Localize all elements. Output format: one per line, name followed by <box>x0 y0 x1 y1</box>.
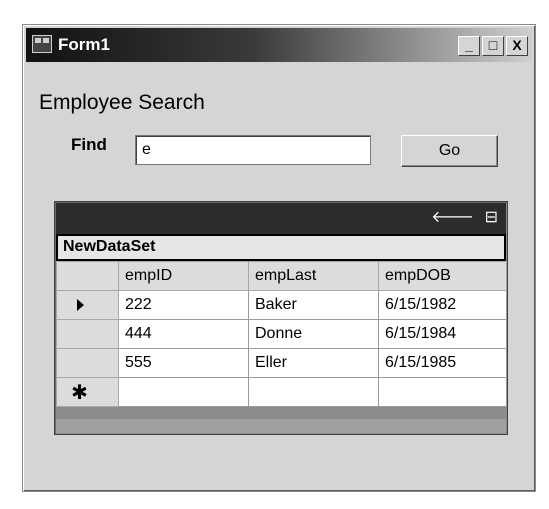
row-selector[interactable] <box>56 348 119 378</box>
table-name-header: NewDataSet <box>56 234 506 261</box>
form1-window: Form1 _ □ X Employee Search Find Go 🡐 ⊟ … <box>22 24 536 492</box>
table-row[interactable]: 444 Donne 6/15/1984 <box>56 319 507 349</box>
close-button[interactable]: X <box>506 36 528 56</box>
back-arrow-icon[interactable]: 🡐 <box>431 209 474 227</box>
cell-empid[interactable]: 222 <box>118 290 249 320</box>
find-input[interactable] <box>135 135 371 165</box>
column-header-emplast[interactable]: empLast <box>248 261 379 291</box>
cell-empdob[interactable]: 6/15/1984 <box>378 319 507 349</box>
data-table: empID empLast empDOB 222 Baker 6/15/1982… <box>56 261 507 407</box>
show-hide-details-icon[interactable]: ⊟ <box>485 209 498 227</box>
cell-emplast[interactable]: Eller <box>248 348 379 378</box>
page-title: Employee Search <box>39 91 205 114</box>
new-row-star-icon: ✱ <box>71 381 88 404</box>
go-button[interactable]: Go <box>401 135 498 167</box>
title-bar[interactable]: Form1 _ □ X <box>26 28 532 62</box>
row-selector[interactable] <box>56 319 119 349</box>
row-selector[interactable]: ✱ <box>56 377 119 407</box>
cell-empdob[interactable]: 6/15/1982 <box>378 290 507 320</box>
minimize-button[interactable]: _ <box>458 36 480 56</box>
cell-empid[interactable]: 555 <box>118 348 249 378</box>
new-row[interactable]: ✱ <box>56 377 507 407</box>
cell-emplast[interactable]: Baker <box>248 290 379 320</box>
cell-empid[interactable] <box>118 377 249 407</box>
row-selector[interactable] <box>56 290 119 320</box>
find-label: Find <box>71 135 107 154</box>
cell-emplast[interactable]: Donne <box>248 319 379 349</box>
column-header-empdob[interactable]: empDOB <box>378 261 507 291</box>
current-row-arrow-icon <box>77 298 84 311</box>
header-row: empID empLast empDOB <box>56 261 507 291</box>
table-row[interactable]: 222 Baker 6/15/1982 <box>56 290 507 320</box>
cell-emplast[interactable] <box>248 377 379 407</box>
grid-caption: 🡐 ⊟ <box>56 203 506 234</box>
form-icon <box>32 35 52 53</box>
cell-empid[interactable]: 444 <box>118 319 249 349</box>
column-header-empid[interactable]: empID <box>118 261 249 291</box>
row-header-corner <box>56 261 119 291</box>
cell-empdob[interactable]: 6/15/1985 <box>378 348 507 378</box>
grid-scrollbar[interactable] <box>56 419 506 433</box>
cell-empdob[interactable] <box>378 377 507 407</box>
table-row[interactable]: 555 Eller 6/15/1985 <box>56 348 507 378</box>
maximize-button[interactable]: □ <box>482 36 504 56</box>
window-title: Form1 <box>58 35 110 54</box>
data-grid[interactable]: 🡐 ⊟ NewDataSet empID empLast empDOB 222 … <box>54 201 508 435</box>
